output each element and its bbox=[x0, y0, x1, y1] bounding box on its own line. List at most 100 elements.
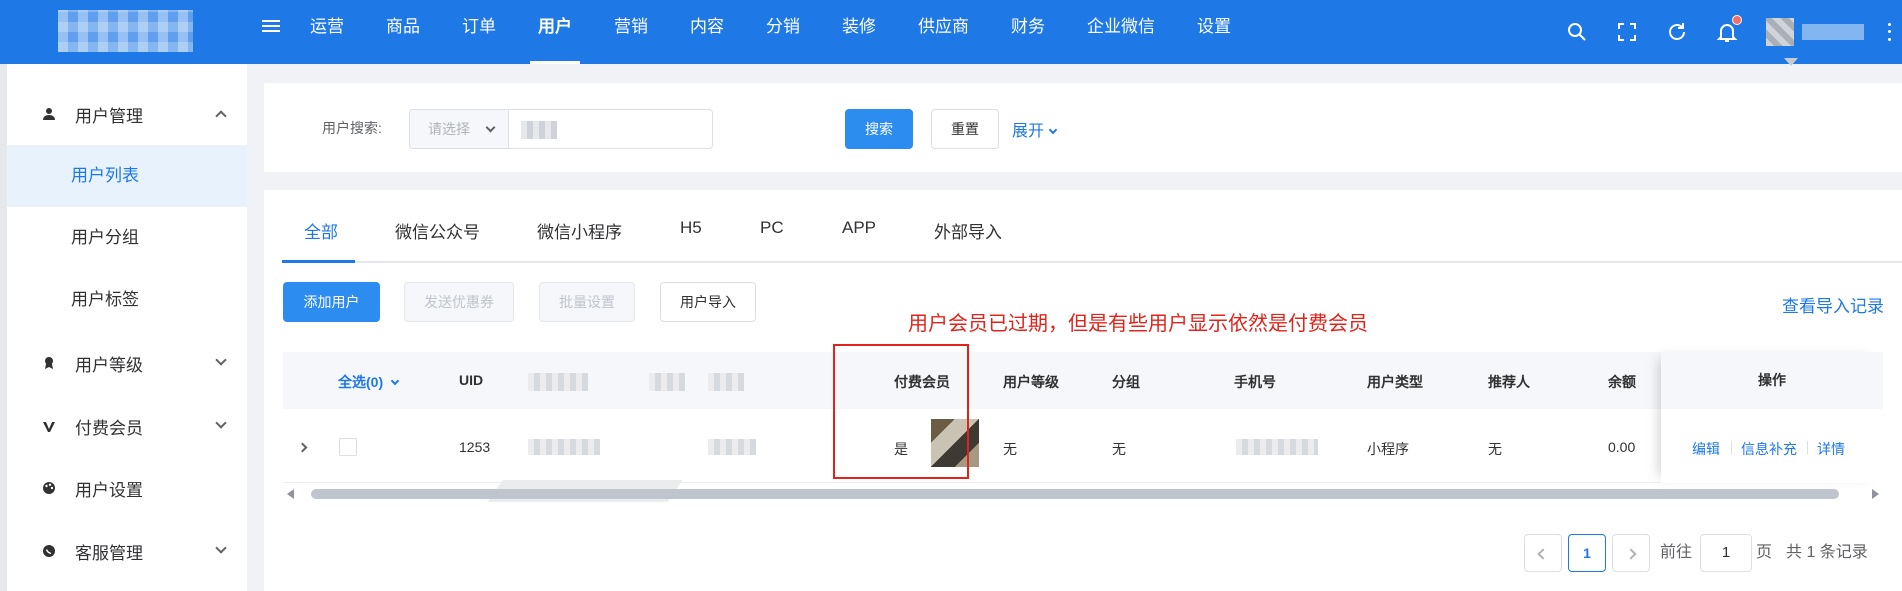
col-actions: 操作 bbox=[1661, 352, 1883, 409]
sidebar-item-customer-service[interactable]: 客服管理 bbox=[7, 520, 247, 582]
nav-content[interactable]: 内容 bbox=[690, 0, 724, 64]
nav-users[interactable]: 用户 bbox=[530, 0, 580, 64]
brand-logo bbox=[58, 10, 193, 52]
send-coupon-button[interactable]: 发送优惠券 bbox=[404, 282, 514, 322]
row-checkbox[interactable] bbox=[339, 438, 357, 456]
cell-balance: 0.00 bbox=[1608, 439, 1636, 455]
sidebar: 用户管理 用户列表 用户分组 用户标签 用户等级 付费会员 用户设置 客服管理 bbox=[7, 64, 247, 591]
details-link[interactable]: 详情 bbox=[1817, 439, 1845, 459]
col-user-type: 用户类型 bbox=[1367, 374, 1423, 390]
chevron-down-icon bbox=[1048, 125, 1058, 135]
nav-orders[interactable]: 订单 bbox=[462, 0, 496, 64]
expand-label: 展开 bbox=[1012, 123, 1045, 140]
goto-page-input[interactable]: 1 bbox=[1700, 534, 1752, 572]
prev-page-button[interactable] bbox=[1524, 534, 1562, 572]
nav-finance[interactable]: 财务 bbox=[1011, 0, 1045, 64]
nav-decoration[interactable]: 装修 bbox=[842, 0, 876, 64]
username[interactable] bbox=[1802, 24, 1864, 40]
tab-pc[interactable]: PC bbox=[760, 218, 784, 238]
nav-products[interactable]: 商品 bbox=[386, 0, 420, 64]
refresh-icon[interactable] bbox=[1666, 21, 1688, 43]
sidebar-item-label: 用户设置 bbox=[75, 480, 143, 500]
scroll-left-icon[interactable] bbox=[287, 489, 294, 499]
scroll-right-icon[interactable] bbox=[1872, 489, 1879, 499]
supplement-info-link[interactable]: 信息补充 bbox=[1741, 439, 1797, 459]
select-all-label: 全选(0) bbox=[338, 374, 384, 390]
palette-icon bbox=[41, 480, 57, 496]
search-type-select[interactable]: 请选择 bbox=[409, 109, 509, 149]
import-users-button[interactable]: 用户导入 bbox=[660, 282, 756, 322]
redacted-text bbox=[521, 121, 557, 139]
search-button[interactable]: 搜索 bbox=[845, 109, 913, 149]
col-phone: 手机号 bbox=[1234, 374, 1276, 390]
sidebar-item-paid-member[interactable]: 付费会员 bbox=[7, 395, 247, 457]
chevron-down-icon bbox=[215, 542, 227, 554]
redacted-cell bbox=[708, 439, 756, 455]
batch-settings-button[interactable]: 批量设置 bbox=[539, 282, 635, 322]
chat-icon bbox=[41, 543, 57, 559]
page-unit-label: 页 bbox=[1756, 544, 1773, 561]
nav-suppliers[interactable]: 供应商 bbox=[918, 0, 969, 64]
chevron-down-icon bbox=[215, 354, 227, 366]
tab-external-import[interactable]: 外部导入 bbox=[934, 218, 1002, 243]
nav-marketing[interactable]: 营销 bbox=[614, 0, 648, 64]
scroll-thumb[interactable] bbox=[311, 489, 1839, 499]
nav-distribution[interactable]: 分销 bbox=[766, 0, 800, 64]
chevron-down-icon bbox=[215, 417, 227, 429]
nav-wecom[interactable]: 企业微信 bbox=[1087, 0, 1155, 64]
level-icon bbox=[41, 355, 57, 371]
redacted-header bbox=[708, 373, 744, 391]
col-group: 分组 bbox=[1112, 374, 1140, 390]
table-header: 全选(0) UID 付费会员 用户等级 分组 手机号 用户类型 推荐人 余额 bbox=[283, 352, 1883, 409]
avatar[interactable] bbox=[1766, 18, 1794, 46]
chevron-down-icon bbox=[390, 376, 400, 386]
search-input[interactable] bbox=[508, 109, 713, 149]
sidebar-item-user-management[interactable]: 用户管理 bbox=[7, 83, 247, 145]
next-page-button[interactable] bbox=[1612, 534, 1650, 572]
sidebar-item-label: 付费会员 bbox=[75, 418, 143, 438]
tab-all[interactable]: 全部 bbox=[304, 218, 338, 243]
col-user-level: 用户等级 bbox=[1003, 374, 1059, 390]
sidebar-item-user-tags[interactable]: 用户标签 bbox=[7, 269, 247, 331]
notification-badge bbox=[1732, 15, 1742, 25]
search-icon[interactable] bbox=[1566, 21, 1588, 43]
horizontal-scrollbar[interactable] bbox=[283, 486, 1883, 502]
chevron-up-icon bbox=[215, 110, 227, 122]
expand-link[interactable]: 展开 bbox=[1012, 117, 1058, 141]
actions-column: 操作 编辑 信息补充 详情 bbox=[1661, 352, 1883, 483]
fullscreen-icon[interactable] bbox=[1616, 21, 1638, 43]
sidebar-item-user-groups[interactable]: 用户分组 bbox=[7, 207, 247, 269]
redacted-cell bbox=[528, 439, 600, 455]
redacted-header bbox=[528, 373, 588, 391]
tab-h5[interactable]: H5 bbox=[680, 218, 702, 238]
tab-app[interactable]: APP bbox=[842, 218, 876, 238]
highlight-box bbox=[833, 344, 969, 479]
select-all-toggle[interactable]: 全选(0) bbox=[338, 372, 400, 392]
table-row: 1253 是 无 无 小程序 无 0.00 bbox=[283, 409, 1883, 483]
chevron-right-icon bbox=[1625, 548, 1637, 560]
add-user-button[interactable]: 添加用户 bbox=[283, 282, 380, 322]
sidebar-item-user-level[interactable]: 用户等级 bbox=[7, 332, 247, 394]
col-referrer: 推荐人 bbox=[1488, 374, 1530, 390]
sidebar-item-user-list[interactable]: 用户列表 bbox=[7, 145, 247, 207]
bell-icon[interactable] bbox=[1716, 15, 1742, 43]
nav-ops[interactable]: 运营 bbox=[310, 0, 344, 64]
dropdown-caret-icon bbox=[1784, 58, 1798, 66]
view-import-log-link[interactable]: 查看导入记录 bbox=[1782, 292, 1884, 317]
reset-button[interactable]: 重置 bbox=[931, 109, 999, 149]
nav-settings[interactable]: 设置 bbox=[1197, 0, 1231, 64]
tab-wechat-official[interactable]: 微信公众号 bbox=[395, 218, 480, 243]
sidebar-item-user-settings[interactable]: 用户设置 bbox=[7, 457, 247, 519]
sidebar-item-label: 客服管理 bbox=[75, 543, 143, 563]
menu-collapse-icon[interactable] bbox=[262, 17, 284, 39]
sidebar-item-label: 用户管理 bbox=[75, 106, 143, 126]
search-label: 用户搜索: bbox=[322, 120, 382, 136]
tab-wechat-miniprogram[interactable]: 微信小程序 bbox=[537, 218, 622, 243]
more-icon[interactable] bbox=[1886, 21, 1892, 43]
cell-user-level: 无 bbox=[1003, 441, 1017, 457]
edit-link[interactable]: 编辑 bbox=[1692, 439, 1720, 459]
chevron-left-icon bbox=[1537, 548, 1549, 560]
total-records: 共 1 条记录 bbox=[1786, 544, 1868, 561]
cell-uid: 1253 bbox=[459, 439, 491, 455]
page-number[interactable]: 1 bbox=[1568, 534, 1606, 572]
